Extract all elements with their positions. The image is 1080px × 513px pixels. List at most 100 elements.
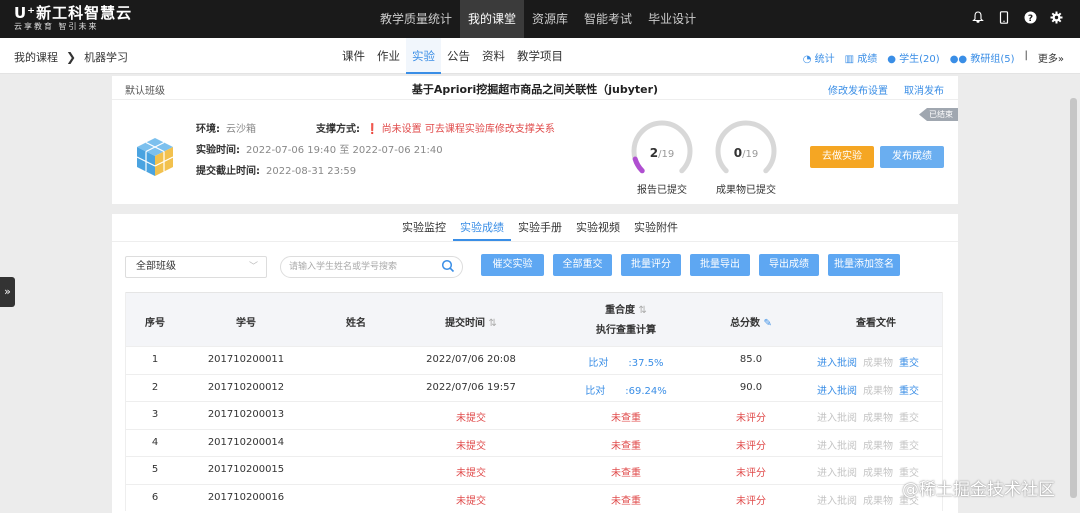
run-similarity-check-link[interactable]: 执行查重计算 bbox=[576, 321, 676, 336]
group-icon: ●● bbox=[949, 54, 971, 65]
cell-file-actions: 进入批阅 成果物 重交 bbox=[814, 409, 928, 424]
table-row: 1 201710200011 2022/07/06 20:08 85.0 比对:37.5… bbox=[126, 346, 942, 374]
cell-index: 5 bbox=[151, 464, 159, 475]
publish-grades-button[interactable]: 发布成绩 bbox=[880, 146, 944, 168]
edit-publish-settings-link[interactable]: 修改发布设置 bbox=[828, 82, 888, 97]
batch-actions: 催交实验 全部重交 批量评分 批量导出 导出成绩 批量添加签名 bbox=[481, 254, 909, 276]
cell-similarity: 未查重 bbox=[611, 468, 641, 479]
cell-similarity: 未查重 bbox=[611, 440, 641, 452]
cell-file-actions: 进入批阅 成果物 重交 bbox=[814, 437, 928, 452]
export-grades-button[interactable]: 导出成绩 bbox=[759, 254, 819, 276]
tab-courseware[interactable]: 课件 bbox=[336, 38, 371, 74]
divider: | bbox=[1024, 50, 1028, 61]
cancel-publish-link[interactable]: 取消发布 bbox=[904, 82, 944, 97]
cell-submit-time: 2022/07/06 19:57 bbox=[426, 381, 516, 393]
resubmit-link[interactable]: 重交 bbox=[899, 386, 919, 397]
artifact-link[interactable]: 成果物 bbox=[863, 496, 893, 507]
artifact-link[interactable]: 成果物 bbox=[863, 358, 893, 369]
sort-icon[interactable]: ⇅ bbox=[489, 318, 497, 329]
cell-similarity[interactable]: 比对:69.24% bbox=[576, 382, 676, 397]
nav-graduation-design[interactable]: 毕业设计 bbox=[640, 0, 704, 38]
teaching-group-link[interactable]: ●● 教研组(5) bbox=[950, 50, 1015, 65]
tab-homework[interactable]: 作业 bbox=[371, 38, 406, 74]
tab-attachments[interactable]: 实验附件 bbox=[627, 214, 685, 241]
nav-teaching-quality[interactable]: 教学质量统计 bbox=[372, 0, 460, 38]
tab-materials[interactable]: 资料 bbox=[476, 38, 511, 74]
results-tabs: 实验监控 实验成绩 实验手册 实验视频 实验附件 bbox=[112, 214, 958, 242]
tab-grades[interactable]: 实验成绩 bbox=[453, 214, 511, 241]
more-link[interactable]: 更多» bbox=[1038, 50, 1064, 65]
nav-my-classroom[interactable]: 我的课堂 bbox=[460, 0, 525, 38]
artifact-link[interactable]: 成果物 bbox=[863, 413, 893, 424]
cell-index: 1 bbox=[151, 354, 159, 365]
class-name: 默认班级 bbox=[125, 86, 165, 97]
grades-table: 序号 学号 姓名 提交时间 ⇅ 重合度 ⇅ 执行查重计算 总分数 ✎ 查看文件 … bbox=[125, 292, 943, 511]
bell-icon[interactable] bbox=[972, 11, 984, 25]
students-link[interactable]: ● 学生(20) bbox=[887, 50, 939, 65]
resubmit-link[interactable]: 重交 bbox=[899, 441, 919, 452]
cell-similarity[interactable]: 比对 :37.5% bbox=[576, 354, 676, 369]
nav-resource-library[interactable]: 资源库 bbox=[524, 0, 576, 38]
search-icon[interactable] bbox=[441, 259, 455, 273]
do-experiment-button[interactable]: 去做实验 bbox=[810, 146, 874, 168]
tab-manual[interactable]: 实验手册 bbox=[511, 214, 569, 241]
class-select[interactable]: 全部班级 ﹀ bbox=[125, 256, 267, 278]
tab-experiment[interactable]: 实验 bbox=[406, 38, 441, 74]
logo-slogan: 云享教育 智引未来 bbox=[14, 22, 99, 31]
edit-pencil-icon[interactable]: ✎ bbox=[764, 318, 772, 329]
similarity-percent: :37.5% bbox=[628, 358, 664, 369]
artifact-link[interactable]: 成果物 bbox=[863, 468, 893, 479]
batch-add-signature-button[interactable]: 批量添加签名 bbox=[828, 254, 900, 276]
review-link[interactable]: 进入批阅 bbox=[817, 441, 857, 452]
artifact-link[interactable]: 成果物 bbox=[863, 386, 893, 397]
review-link[interactable]: 进入批阅 bbox=[817, 496, 857, 507]
sort-icon[interactable]: ⇅ bbox=[639, 305, 647, 316]
batch-grade-button[interactable]: 批量评分 bbox=[621, 254, 681, 276]
review-link[interactable]: 进入批阅 bbox=[817, 413, 857, 424]
support-row: 支撑方式: ❗ 尚未设置 可去课程实验库修改支撑关系 bbox=[316, 124, 555, 135]
col-submit-time[interactable]: 提交时间 ⇅ bbox=[416, 314, 526, 329]
nav-smart-exam[interactable]: 智能考试 bbox=[576, 0, 640, 38]
col-index: 序号 bbox=[145, 318, 165, 329]
breadcrumb: 我的课程 ❯ 机器学习 bbox=[14, 49, 128, 65]
sidebar-expand-handle[interactable]: » bbox=[0, 277, 15, 307]
tab-announcement[interactable]: 公告 bbox=[441, 38, 476, 74]
cell-score: 未评分 bbox=[736, 413, 766, 424]
review-link[interactable]: 进入批阅 bbox=[817, 386, 857, 397]
tab-video[interactable]: 实验视频 bbox=[569, 214, 627, 241]
batch-export-button[interactable]: 批量导出 bbox=[690, 254, 750, 276]
brand-logo[interactable]: U⁺新工科智慧云 云享教育 智引未来 bbox=[14, 5, 131, 35]
breadcrumb-my-courses[interactable]: 我的课程 bbox=[14, 51, 58, 64]
col-similarity[interactable]: 重合度 ⇅ bbox=[576, 301, 676, 316]
cell-score: 未评分 bbox=[736, 440, 766, 452]
table-row: 5 201710200015 未提交 未评分 未查重 进入批阅 成果物 重交 bbox=[126, 456, 942, 484]
tab-teaching-project[interactable]: 教学项目 bbox=[511, 38, 569, 74]
col-total-score: 总分数 ✎ bbox=[730, 318, 772, 329]
compare-link[interactable]: 比对 bbox=[588, 358, 608, 369]
cell-file-actions: 进入批阅 成果物 重交 bbox=[814, 354, 928, 369]
compare-link[interactable]: 比对 bbox=[585, 386, 605, 397]
review-link[interactable]: 进入批阅 bbox=[817, 358, 857, 369]
gear-icon[interactable] bbox=[1050, 11, 1063, 25]
support-value[interactable]: 尚未设置 可去课程实验库修改支撑关系 bbox=[382, 124, 555, 135]
page-scrollbar[interactable] bbox=[1070, 98, 1077, 498]
student-search-input[interactable]: 请输入学生姓名或学号搜索 bbox=[280, 256, 463, 278]
col-name: 姓名 bbox=[346, 318, 366, 329]
watermark: @稀土掘金技术社区 bbox=[902, 480, 1055, 500]
cell-index: 4 bbox=[151, 436, 159, 448]
status-badge: 已结束 bbox=[919, 108, 958, 121]
help-icon[interactable]: ? bbox=[1024, 11, 1037, 25]
mobile-icon[interactable] bbox=[998, 11, 1010, 25]
grades-link[interactable]: ▥ 成绩 bbox=[845, 50, 878, 65]
resubmit-link[interactable]: 重交 bbox=[899, 413, 919, 424]
artifact-link[interactable]: 成果物 bbox=[863, 441, 893, 452]
review-link[interactable]: 进入批阅 bbox=[817, 468, 857, 479]
resubmit-all-button[interactable]: 全部重交 bbox=[553, 254, 612, 276]
artifact-submitted-label: 成果物已提交 bbox=[716, 185, 776, 196]
resubmit-link[interactable]: 重交 bbox=[899, 358, 919, 369]
stats-link[interactable]: ◔ 统计 bbox=[803, 50, 835, 65]
col-student-id: 学号 bbox=[236, 318, 256, 329]
tab-monitor[interactable]: 实验监控 bbox=[395, 214, 453, 241]
remind-submit-button[interactable]: 催交实验 bbox=[481, 254, 544, 276]
cell-score: 未评分 bbox=[736, 468, 766, 479]
